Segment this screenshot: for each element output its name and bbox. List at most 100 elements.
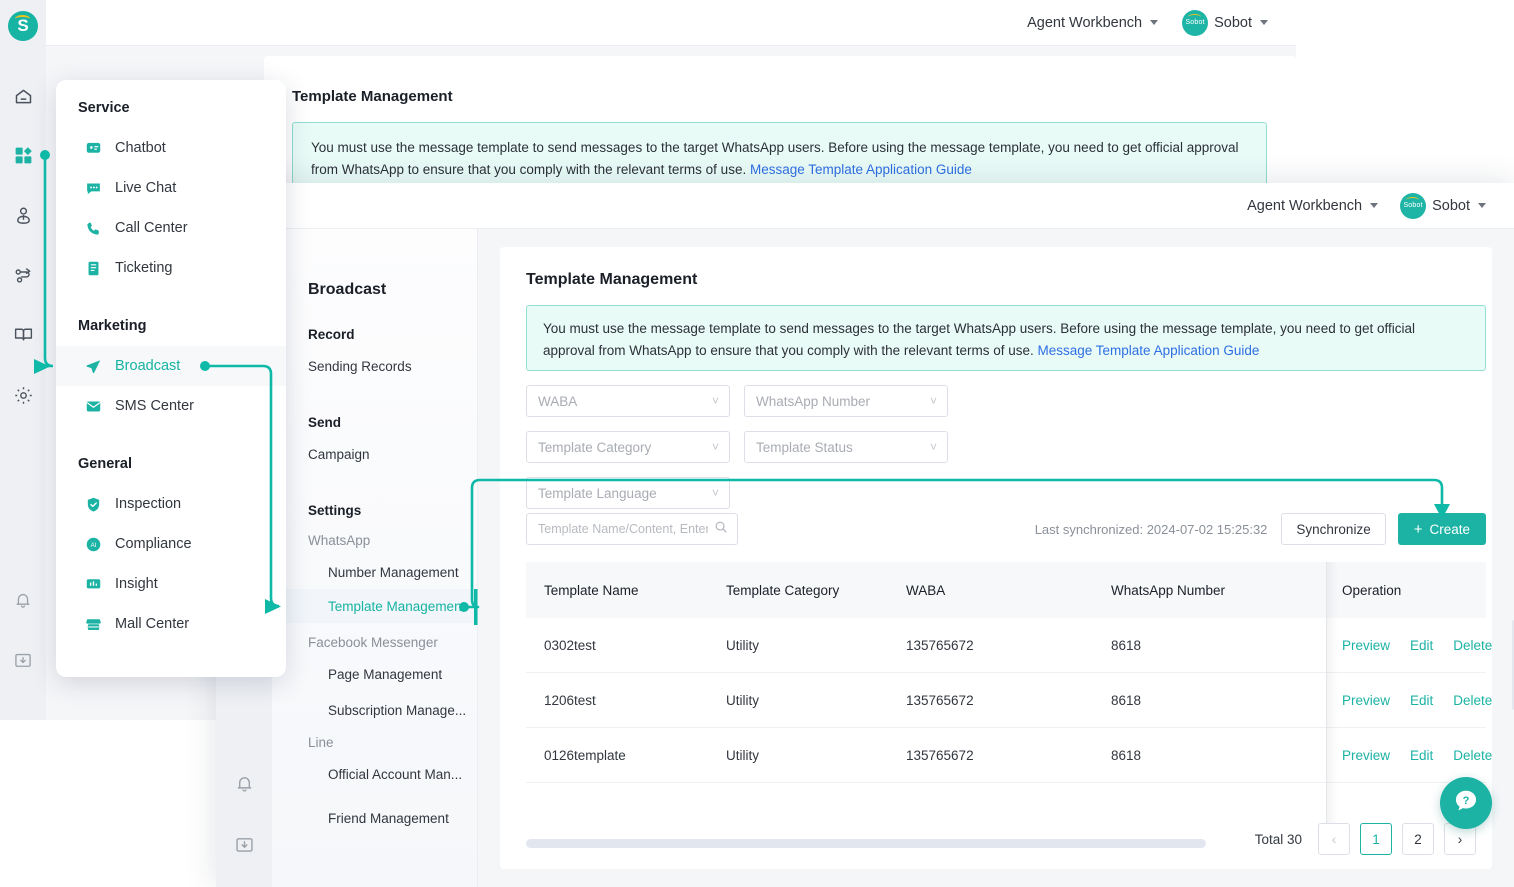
delete-link[interactable]: Delete [1453,748,1492,763]
help-button[interactable]: ? [1440,777,1492,829]
filter-template-language[interactable]: Template Language ˅ [526,477,730,509]
apps-icon[interactable] [0,133,46,177]
synchronize-button[interactable]: Synchronize [1281,513,1386,545]
flyout-label: Insight [115,576,158,592]
account-menu[interactable]: Sobot Sobot [1182,9,1268,36]
sidebar-item-label: Template Management [328,598,466,614]
template-panel: Template Management You must use the mes… [500,247,1514,869]
table-horizontal-scrollbar[interactable] [526,839,1206,848]
flyout-item-chatbot[interactable]: Chatbot [56,128,286,168]
preview-link[interactable]: Preview [1342,693,1390,708]
sidebar-item-campaign[interactable]: Campaign [272,437,477,471]
live-chat-icon [84,179,102,197]
chevron-down-icon [1370,203,1379,208]
book-icon[interactable] [0,312,46,356]
workbench-selector[interactable]: Agent Workbench [1247,198,1379,214]
delete-link[interactable]: Delete [1453,638,1492,653]
bell-icon[interactable] [216,761,272,805]
flyout-item-mall-center[interactable]: Mall Center [56,604,286,644]
filter-whatsapp-number[interactable]: WhatsApp Number ˅ [744,385,948,417]
flyout-item-live-chat[interactable]: Live Chat [56,168,286,208]
table-row[interactable]: 0126template Utility 135765672 8618 Prev… [526,728,1492,783]
account-menu[interactable]: Sobot Sobot [1400,192,1486,219]
send-icon [84,357,102,375]
cell-waba: 135765672 [906,747,974,763]
table-row[interactable]: 0302test Utility 135765672 8618 Preview … [526,618,1492,673]
filter-area: WABA ˅ WhatsApp Number ˅ Template Catego… [526,385,1486,509]
preview-link[interactable]: Preview [1342,638,1390,653]
chevron-down-icon: ˅ [929,440,937,454]
flyout-item-broadcast[interactable]: Broadcast [56,346,286,386]
column-header-template-category: Template Category [726,582,840,598]
prev-page-button[interactable]: ‹ [1318,823,1350,855]
sidebar-item-friend-management[interactable]: Friend Management [272,801,477,835]
search-input[interactable] [538,522,708,536]
download-folder-icon[interactable] [216,822,272,866]
edit-link[interactable]: Edit [1410,638,1433,653]
flyout-label: Ticketing [115,260,173,276]
flyout-item-sms-center[interactable]: SMS Center [56,386,286,426]
chevron-down-icon: ˅ [711,486,719,500]
home-icon[interactable] [0,74,46,118]
flyout-item-call-center[interactable]: Call Center [56,208,286,248]
svg-text:AI: AI [90,542,96,549]
create-label: Create [1429,521,1470,537]
avatar: Sobot [1400,192,1427,219]
sidebar-item-label: Subscription Manage... [328,702,467,718]
banner-text: You must use the message template to sen… [543,321,1416,358]
column-header-operation: Operation [1342,582,1402,598]
flow-icon[interactable] [0,253,46,297]
table-row[interactable]: 1206test Utility 135765672 8618 Preview … [526,673,1492,728]
svg-text:?: ? [1463,795,1470,807]
chevron-down-icon [1260,20,1268,25]
delete-link[interactable]: Delete [1453,693,1492,708]
flyout-item-insight[interactable]: Insight [56,564,286,604]
flyout-item-ticketing[interactable]: Ticketing [56,248,286,288]
edit-link[interactable]: Edit [1410,693,1433,708]
product-flyout-menu[interactable]: Service Chatbot Live Chat Call Center Ti… [56,80,286,677]
sidebar-subgroup-facebook-messenger: Facebook Messenger [308,635,438,650]
search-icon[interactable] [714,520,728,539]
page-button-2[interactable]: 2 [1402,823,1434,855]
sidebar-item-template-management[interactable]: Template Management [272,589,477,623]
sidebar-item-label: Sending Records [308,358,412,374]
sidebar-item-label: Number Management [328,564,459,580]
edit-link[interactable]: Edit [1410,748,1433,763]
ai-badge-icon: AI [84,535,102,553]
main-content: Template Management You must use the mes… [478,229,1514,887]
avatar: Sobot [1182,9,1209,36]
chevron-down-icon: ˅ [929,394,937,408]
cell-whatsapp-number: 8618 [1111,637,1142,653]
sidebar-item-page-management[interactable]: Page Management [272,657,477,691]
column-header-waba: WABA [906,582,946,598]
sidebar-item-label: Campaign [308,446,370,462]
sidebar-item-official-account-management[interactable]: Official Account Man... [272,757,477,791]
contacts-icon[interactable] [0,193,46,237]
sidebar-item-sending-records[interactable]: Sending Records [272,349,477,383]
background-banner-link[interactable]: Message Template Application Guide [750,162,972,177]
chevron-down-icon: ˅ [711,440,719,454]
page-button-1[interactable]: 1 [1360,823,1392,855]
search-box[interactable] [526,513,738,545]
column-header-template-name: Template Name [544,582,639,598]
chevron-right-icon: › [1457,831,1463,847]
cell-template-name: 1206test [544,692,596,708]
workbench-selector[interactable]: Agent Workbench [1027,15,1159,31]
gear-icon[interactable] [0,373,46,417]
filter-template-status[interactable]: Template Status ˅ [744,431,948,463]
flyout-item-inspection[interactable]: Inspection [56,484,286,524]
sidebar-item-subscription-management[interactable]: Subscription Manage... [272,693,477,727]
cell-template-category: Utility [726,637,759,653]
download-folder-icon[interactable] [0,638,46,682]
sidebar-item-number-management[interactable]: Number Management [272,555,477,589]
flyout-item-compliance[interactable]: AI Compliance [56,524,286,564]
filter-template-category[interactable]: Template Category ˅ [526,431,730,463]
filter-waba[interactable]: WABA ˅ [526,385,730,417]
create-button[interactable]: + Create [1397,513,1486,545]
table-header: Template Name Template Category WABA Wha… [526,562,1486,618]
bell-icon[interactable] [0,578,46,622]
shield-check-icon [84,495,102,513]
preview-link[interactable]: Preview [1342,748,1390,763]
cell-waba: 135765672 [906,637,974,653]
banner-link[interactable]: Message Template Application Guide [1038,343,1260,358]
